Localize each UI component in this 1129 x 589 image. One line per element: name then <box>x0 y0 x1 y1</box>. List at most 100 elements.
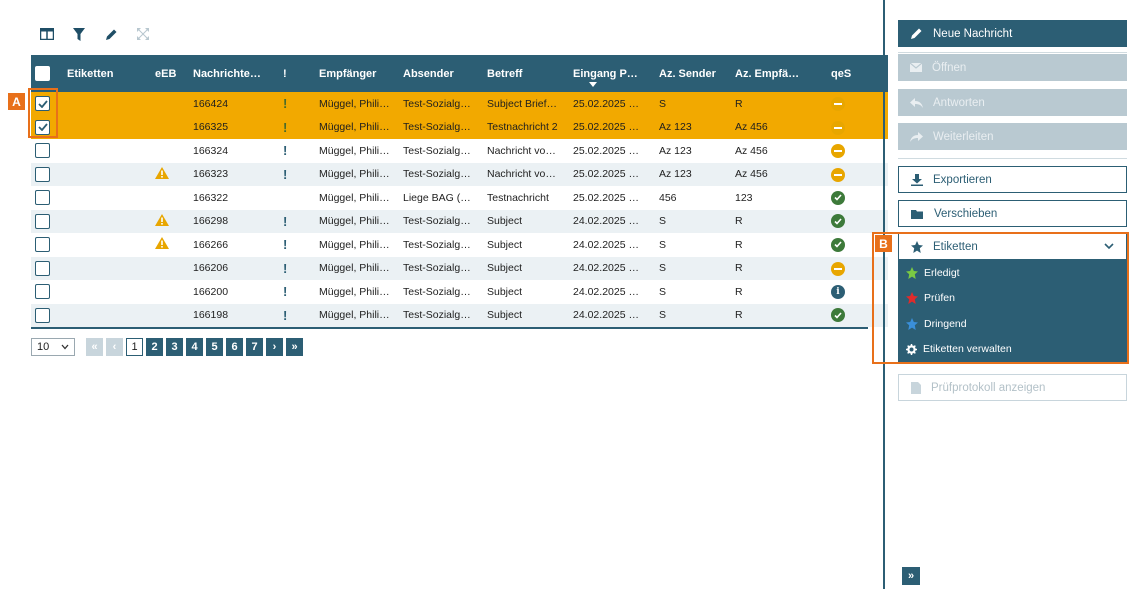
table-row[interactable]: 166325! Müggel, Phili… Test-Sozialg… Testna… <box>31 115 888 139</box>
reply-label: Antworten <box>933 96 985 109</box>
row-select-cell[interactable] <box>31 163 63 187</box>
received-date-cell: 24.02.2025 … <box>573 309 639 322</box>
warning-icon <box>155 213 169 229</box>
az-recipient-cell: R <box>735 238 743 251</box>
last-page-button[interactable]: » <box>286 338 303 356</box>
edit-icon[interactable] <box>102 26 120 42</box>
page-button-2[interactable]: 2 <box>146 338 163 356</box>
next-page-button[interactable]: › <box>266 338 283 356</box>
row-select-cell[interactable] <box>31 210 63 234</box>
marker-b-frame <box>872 232 1129 364</box>
eeb-cell <box>151 257 189 281</box>
filter-icon[interactable] <box>70 26 88 42</box>
table-row[interactable]: 166198! Müggel, Phili… Test-Sozialg… Subjec… <box>31 303 888 328</box>
marker-a: A <box>8 93 25 110</box>
qes-cell <box>827 163 888 187</box>
status-pending-icon <box>831 120 845 135</box>
columns-icon[interactable] <box>38 26 56 42</box>
row-checkbox[interactable] <box>35 166 50 182</box>
table-row[interactable]: 166424! Müggel, Phili… Test-Sozialg… Subjec… <box>31 92 888 116</box>
first-page-button[interactable]: « <box>86 338 103 356</box>
page-button-1[interactable]: 1 <box>126 338 143 356</box>
new-message-button[interactable]: Neue Nachricht <box>898 20 1127 47</box>
az-sender-cell: 456 <box>659 191 677 204</box>
col-header-message-id[interactable]: Nachrichte… <box>189 55 279 92</box>
fullscreen-icon[interactable] <box>134 26 152 42</box>
col-header-recipient[interactable]: Empfänger <box>315 55 399 92</box>
prev-page-button[interactable]: ‹ <box>106 338 123 356</box>
row-select-cell[interactable] <box>31 139 63 163</box>
message-id-cell: 166323 <box>193 168 229 181</box>
labels-cell <box>63 304 151 328</box>
eeb-cell <box>151 233 189 257</box>
pager: 10 « ‹ 1234567 › » <box>31 338 303 356</box>
forward-label: Weiterleiten <box>933 130 994 143</box>
message-id-cell: 166324 <box>193 144 229 157</box>
row-checkbox[interactable] <box>35 237 50 253</box>
az-recipient-cell: R <box>735 97 743 110</box>
move-label: Verschieben <box>934 207 998 220</box>
show-protocol-button[interactable]: Prüfprotokoll anzeigen <box>898 374 1127 401</box>
page-button-4[interactable]: 4 <box>186 338 203 356</box>
importance-icon: ! <box>283 119 288 135</box>
select-all-cell[interactable] <box>31 55 63 92</box>
row-checkbox[interactable] <box>35 307 50 323</box>
table-row[interactable]: 166322 Müggel, Phili… Liege BAG (… Testnach… <box>31 186 888 210</box>
subject-cell: Testnachricht <box>487 191 549 204</box>
row-select-cell[interactable] <box>31 304 63 328</box>
move-button[interactable]: Verschieben <box>898 200 1127 227</box>
importance-cell: ! <box>279 233 315 257</box>
az-sender-cell: Az 123 <box>659 144 692 157</box>
expand-panel-button[interactable]: » <box>902 567 920 585</box>
eeb-cell <box>151 92 189 116</box>
reply-button[interactable]: Antworten <box>898 89 1127 116</box>
row-checkbox[interactable] <box>35 260 50 276</box>
col-header-received[interactable]: Eingang P… <box>569 55 655 92</box>
col-header-importance[interactable]: ! <box>279 55 315 92</box>
row-select-cell[interactable] <box>31 186 63 210</box>
labels-cell <box>63 280 151 304</box>
row-checkbox[interactable] <box>35 284 50 300</box>
grid-header-row: Etiketten eEB Nachrichte… ! Empfänger Ab… <box>31 55 888 92</box>
row-checkbox[interactable] <box>35 143 50 159</box>
az-recipient-cell: R <box>735 262 743 275</box>
grid-body: 166424! Müggel, Phili… Test-Sozialg… Subjec… <box>31 92 888 327</box>
table-row[interactable]: 166323! Müggel, Phili… Test-Sozialg… Nachri… <box>31 162 888 187</box>
message-id-cell: 166198 <box>193 309 229 322</box>
col-header-sender[interactable]: Absender <box>399 55 483 92</box>
col-header-qes[interactable]: qeS <box>827 55 888 92</box>
table-row[interactable]: 166324! Müggel, Phili… Test-Sozialg… Nachri… <box>31 139 888 163</box>
row-checkbox[interactable] <box>35 190 50 206</box>
col-header-etiketten[interactable]: Etiketten <box>63 55 151 92</box>
az-sender-cell: Az 123 <box>659 121 692 134</box>
row-select-cell[interactable] <box>31 257 63 281</box>
message-id-cell: 166325 <box>193 121 229 134</box>
page-button-3[interactable]: 3 <box>166 338 183 356</box>
row-select-cell[interactable] <box>31 233 63 257</box>
az-sender-cell: S <box>659 309 667 322</box>
col-header-az-recipient[interactable]: Az. Empfä… <box>731 55 827 92</box>
row-checkbox[interactable] <box>35 213 50 229</box>
table-row[interactable]: 166200! Müggel, Phili… Test-Sozialg… Subjec… <box>31 280 888 304</box>
table-row[interactable]: 166206! Müggel, Phili… Test-Sozialg… Subjec… <box>31 256 888 281</box>
labels-cell <box>63 163 151 187</box>
received-date-cell: 25.02.2025 … <box>573 121 639 134</box>
recipient-cell: Müggel, Phili… <box>319 309 390 322</box>
open-button[interactable]: Öffnen <box>898 54 1127 81</box>
table-row[interactable]: 166298! Müggel, Phili… Test-Sozialg… Subjec… <box>31 209 888 234</box>
col-header-subject[interactable]: Betreff <box>483 55 569 92</box>
table-row[interactable]: 166266! Müggel, Phili… Test-Sozialg… Subjec… <box>31 233 888 257</box>
select-all-checkbox[interactable] <box>35 66 50 81</box>
col-header-eeb[interactable]: eEB <box>151 55 189 92</box>
col-header-az-sender[interactable]: Az. Sender <box>655 55 731 92</box>
export-button[interactable]: Exportieren <box>898 166 1127 193</box>
page-button-5[interactable]: 5 <box>206 338 223 356</box>
importance-icon: ! <box>283 307 288 323</box>
page-button-6[interactable]: 6 <box>226 338 243 356</box>
page-button-7[interactable]: 7 <box>246 338 263 356</box>
message-id-cell: 166206 <box>193 262 229 275</box>
grid-toolbar <box>38 26 152 42</box>
page-size-select[interactable]: 10 <box>31 338 75 356</box>
row-select-cell[interactable] <box>31 280 63 304</box>
forward-button[interactable]: Weiterleiten <box>898 123 1127 150</box>
